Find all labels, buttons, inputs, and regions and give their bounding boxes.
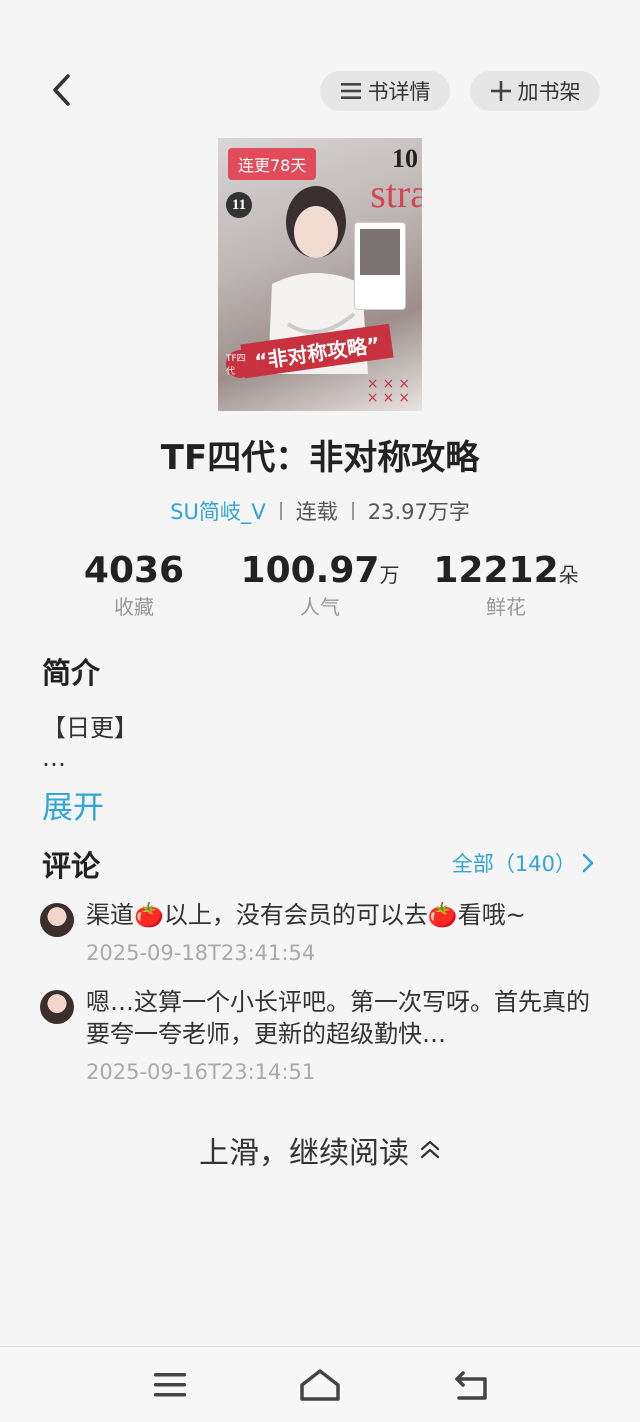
comments-heading: 评论 [42,849,101,883]
expand-intro-button[interactable]: 展开 [42,782,104,827]
menu-icon [154,1373,186,1397]
stat-value: 100.97 [240,550,380,591]
intro-text: 【日更】 … [42,710,138,776]
meta-divider [279,502,282,520]
cover-phone-graphic [354,222,406,310]
stat-value: 12212 [433,550,559,591]
book-meta: SU简岐_V 连载 23.97万字 [0,496,640,526]
comment-item[interactable]: 嗯…这算一个小长评吧。第一次写呀。首先真的要夸一夸老师，更新的超级勤快… 202… [40,988,600,1090]
continue-reading-hint[interactable]: 上滑，继续阅读 [0,1128,640,1172]
home-icon [300,1369,340,1401]
add-to-shelf-button[interactable]: 加书架 [470,71,600,111]
add-to-shelf-label: 加书架 [517,80,581,104]
stat-unit: 朵 [558,563,579,587]
word-count: 23.97万字 [367,500,470,524]
all-comments-label: 全部（140） [451,852,576,876]
home-button[interactable] [298,1365,342,1405]
avatar[interactable] [40,990,74,1024]
cover-script-text: stra [370,171,422,216]
comment-text: 渠道🍅以上，没有会员的可以去🍅看哦~ [86,901,526,929]
comment-time: 2025-09-18T23:41:54 [86,941,316,965]
system-nav-bar [0,1346,640,1422]
stat-unit: 万 [379,563,400,587]
cover-number-11: 11 [226,192,252,218]
meta-divider [351,502,354,520]
comment-item[interactable]: 渠道🍅以上，没有会员的可以去🍅看哦~ 2025-09-18T23:41:54 [40,901,600,973]
continue-reading-label: 上滑，继续阅读 [199,1136,409,1171]
return-icon [455,1371,487,1400]
intro-heading: 简介 [42,656,101,690]
back-button[interactable] [40,68,84,112]
all-comments-link[interactable]: 全部（140） [452,848,594,878]
serial-status: 连载 [295,500,338,524]
comment-text: 嗯…这算一个小长评吧。第一次写呀。首先真的要夸一夸老师，更新的超级勤快… [86,988,590,1048]
book-detail-button[interactable]: 书详情 [320,71,450,111]
top-bar: 书详情 加书架 [0,0,640,140]
list-icon [340,83,361,99]
stat-label: 人气 [300,595,340,619]
cover-tf-tag: TF四代 [226,350,254,378]
stats-row: 4036 收藏 100.97万 人气 12212朵 鲜花 [0,550,640,630]
cover-cross-pattern: ××× ××× [366,376,414,406]
stat-label: 收藏 [114,595,154,619]
update-streak-badge: 连更78天 [228,148,317,180]
book-detail-label: 书详情 [367,80,431,104]
double-chevron-up-icon [420,1140,440,1159]
stat-value: 4036 [83,550,185,591]
book-cover[interactable]: 连更78天 10 stra 11 “非对称攻略” TF四代 ××× ××× [218,138,422,411]
menu-button[interactable] [148,1365,192,1405]
return-button[interactable] [448,1365,492,1405]
stat-popularity: 100.97万 人气 [220,550,420,620]
book-title: TF四代：非对称攻略 [160,438,480,478]
stat-favorites: 4036 收藏 [34,550,234,620]
chevron-right-icon [582,853,594,873]
back-chevron-icon [53,74,70,106]
plus-icon [490,81,511,101]
avatar[interactable] [40,903,74,937]
comment-time: 2025-09-16T23:14:51 [86,1060,316,1084]
stat-label: 鲜花 [486,595,526,619]
stat-flowers: 12212朵 鲜花 [406,550,606,620]
author-link[interactable]: SU简岐_V [170,496,266,526]
